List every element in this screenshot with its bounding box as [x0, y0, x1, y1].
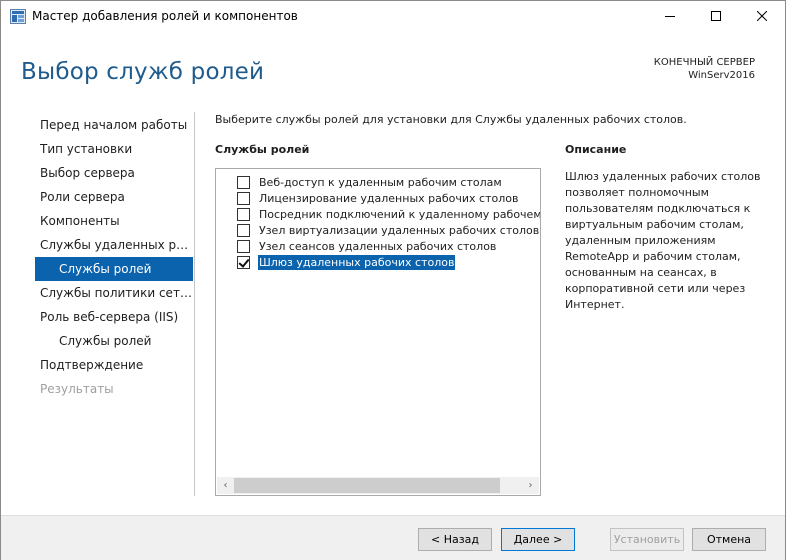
minimize-button[interactable] — [647, 1, 693, 32]
instruction-text: Выберите службы ролей для установки для … — [215, 113, 687, 126]
maximize-icon — [711, 10, 721, 24]
destination-server-name: WinServ2016 — [688, 70, 755, 81]
role-service-label[interactable]: Узел виртуализации удаленных рабочих сто… — [258, 223, 540, 238]
role-service-row[interactable]: Посредник подключений к удаленному рабоч… — [216, 206, 540, 222]
role-service-checkbox[interactable] — [237, 255, 250, 269]
nav-step-8[interactable]: Роль веб-сервера (IIS) — [35, 305, 193, 329]
nav-step-1[interactable]: Тип установки — [35, 137, 193, 161]
nav-divider — [194, 112, 195, 496]
nav-step-7[interactable]: Службы политики сети и... — [35, 281, 193, 305]
close-button[interactable] — [739, 1, 785, 32]
page-title: Выбор служб ролей — [21, 59, 265, 85]
role-service-checkbox[interactable] — [237, 191, 250, 205]
title-bar: Мастер добавления ролей и компонентов — [1, 1, 785, 32]
close-icon — [756, 10, 768, 24]
nav-step-0[interactable]: Перед началом работы — [35, 113, 193, 137]
nav-step-9[interactable]: Службы ролей — [35, 329, 193, 353]
scrollbar-thumb[interactable] — [234, 478, 500, 493]
scroll-left-icon[interactable]: ‹ — [217, 477, 234, 494]
next-button[interactable]: Далее > — [501, 528, 575, 551]
role-service-checkbox[interactable] — [237, 207, 250, 221]
role-service-checkbox[interactable] — [237, 239, 250, 253]
role-services-header: Службы ролей — [215, 143, 310, 156]
minimize-icon — [665, 10, 675, 24]
role-service-row[interactable]: Узел виртуализации удаленных рабочих сто… — [216, 222, 540, 238]
window-title: Мастер добавления ролей и компонентов — [32, 9, 298, 23]
nav-step-6[interactable]: Службы ролей — [35, 257, 193, 281]
role-service-label[interactable]: Веб-доступ к удаленным рабочим столам — [258, 175, 503, 190]
role-service-checkbox[interactable] — [237, 223, 250, 237]
nav-step-10[interactable]: Подтверждение — [35, 353, 193, 377]
install-button[interactable]: Установить — [610, 528, 684, 551]
cancel-button[interactable]: Отмена — [692, 528, 766, 551]
role-service-row[interactable]: Лицензирование удаленных рабочих столов — [216, 190, 540, 206]
role-service-label[interactable]: Лицензирование удаленных рабочих столов — [258, 191, 519, 206]
nav-step-11: Результаты — [40, 382, 114, 396]
description-header: Описание — [565, 143, 627, 156]
role-service-row[interactable]: Веб-доступ к удаленным рабочим столам — [216, 174, 540, 190]
back-button[interactable]: < Назад — [418, 528, 492, 551]
wizard-steps-nav: Перед началом работы Тип установки Выбор с… — [35, 113, 193, 401]
scroll-right-icon[interactable]: › — [522, 477, 539, 494]
server-manager-icon — [10, 9, 26, 24]
nav-step-3[interactable]: Роли сервера — [35, 185, 193, 209]
maximize-button[interactable] — [693, 1, 739, 32]
destination-server-label: КОНЕЧНЫЙ СЕРВЕР — [653, 57, 755, 68]
role-service-label[interactable]: Шлюз удаленных рабочих столов — [258, 254, 456, 270]
role-service-checkbox[interactable] — [237, 175, 250, 189]
nav-step-2[interactable]: Выбор сервера — [35, 161, 193, 185]
role-service-label[interactable]: Узел сеансов удаленных рабочих столов — [258, 239, 497, 254]
role-service-row[interactable]: Узел сеансов удаленных рабочих столов — [216, 238, 540, 254]
wizard-window: Мастер добавления ролей и компонентов Вы… — [0, 0, 786, 560]
horizontal-scrollbar[interactable]: ‹ › — [217, 477, 539, 494]
role-service-row[interactable]: Шлюз удаленных рабочих столов — [216, 254, 540, 270]
description-text: Шлюз удаленных рабочих столов позволяет … — [565, 170, 761, 311]
nav-step-4[interactable]: Компоненты — [35, 209, 193, 233]
nav-step-5[interactable]: Службы удаленных рабо... — [35, 233, 193, 257]
role-service-label[interactable]: Посредник подключений к удаленному рабоч… — [258, 207, 540, 222]
role-services-list[interactable]: Шлюз удаленных рабочих столов Узел сеансо… — [215, 168, 541, 496]
